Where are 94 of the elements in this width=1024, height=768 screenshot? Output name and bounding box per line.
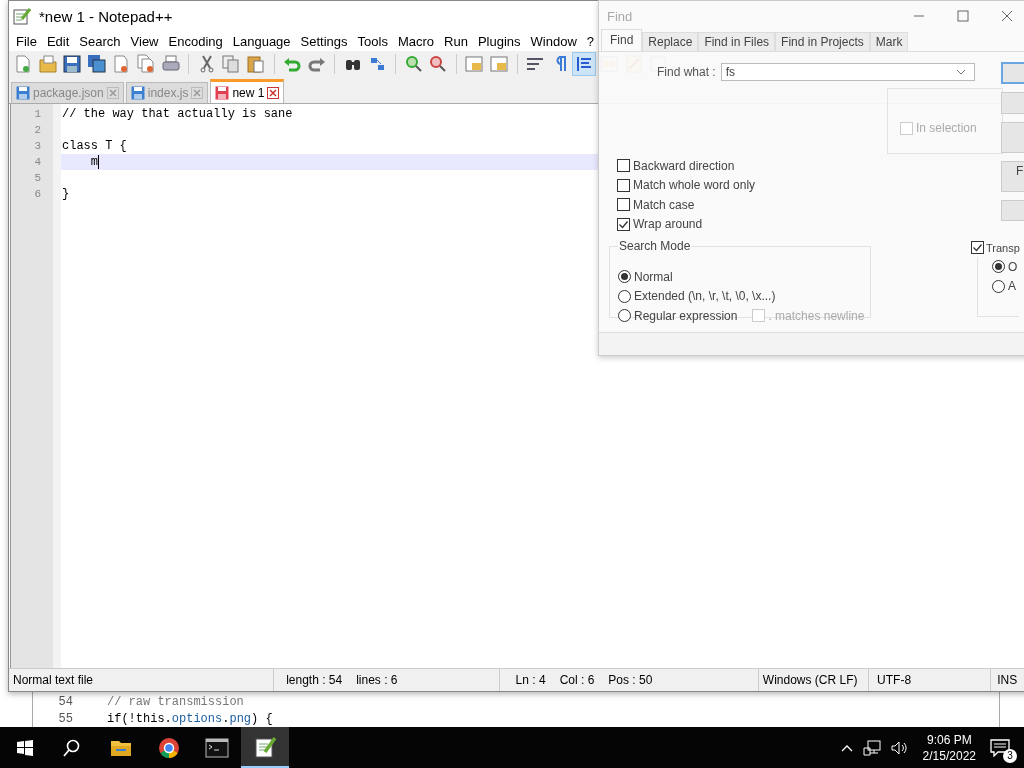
status-text: INS — [997, 673, 1018, 687]
radio-label: Extended (\n, \r, \t, \0, \x...) — [634, 289, 776, 304]
code-line: m — [89, 154, 98, 170]
status-text: Col : 6 — [559, 673, 595, 687]
line-number: 2 — [34, 124, 41, 136]
line-number: 54 — [57, 694, 73, 709]
menu-item[interactable]: Macro — [392, 33, 440, 49]
menu-item[interactable]: Encoding — [163, 33, 228, 49]
radio-label: O — [1008, 259, 1018, 274]
code-line: // raw transmission — [107, 694, 244, 709]
floppy-icon — [215, 85, 230, 100]
radio-label: A — [1008, 279, 1016, 294]
close-icon[interactable] — [1001, 10, 1013, 22]
search-icon[interactable] — [63, 738, 81, 757]
menu-item[interactable]: Language — [227, 33, 296, 49]
code-line: } — [62, 186, 70, 202]
checkbox[interactable] — [971, 241, 984, 254]
radio-label: Normal — [634, 269, 673, 284]
floppy-icon — [16, 86, 30, 100]
search-field[interactable]: fs — [720, 63, 975, 81]
radio-button[interactable] — [992, 279, 1005, 293]
checkbox-label: Backward direction — [633, 158, 735, 173]
status-text: length : 54 — [286, 673, 343, 687]
radio-button[interactable] — [992, 260, 1005, 274]
status-text: lines : 6 — [356, 673, 398, 687]
notepad-icon[interactable] — [253, 734, 277, 759]
browser-icon[interactable] — [157, 735, 181, 760]
status-text: Pos : 50 — [608, 673, 653, 687]
line-number: 3 — [34, 140, 41, 152]
radio-button[interactable] — [618, 309, 631, 323]
dialog-title: Find — [607, 8, 633, 24]
clock-time[interactable]: 9:06 PM — [926, 731, 972, 748]
menu-item[interactable]: Search — [74, 33, 126, 49]
menu-item[interactable]: Window — [525, 33, 582, 49]
dialog-tab[interactable]: Find — [601, 29, 643, 51]
menu-item[interactable]: View — [125, 33, 164, 49]
paste-icon[interactable] — [244, 53, 267, 75]
checkbox-label: Match whole word only — [633, 178, 756, 193]
checkbox-label: Wrap around — [633, 217, 703, 232]
chevron-up-icon[interactable] — [840, 743, 853, 752]
dialog-button[interactable]: F — [1001, 161, 1024, 192]
windows-icon[interactable] — [17, 739, 33, 756]
line-number: 55 — [57, 711, 73, 726]
notepad-icon — [13, 7, 31, 25]
code-line: class T { — [62, 138, 127, 154]
line-number: 4 — [34, 156, 41, 168]
dropdown-icon — [955, 69, 966, 75]
menu-item[interactable]: Run — [439, 33, 473, 49]
code-line: // the way that actually is sane — [62, 106, 293, 122]
checkbox-label: In selection — [916, 121, 977, 135]
menu-item[interactable]: Edit — [41, 33, 75, 49]
volume-icon[interactable] — [890, 739, 909, 756]
radio-button[interactable] — [618, 270, 631, 284]
checkbox[interactable] — [617, 217, 630, 231]
network-icon[interactable] — [862, 739, 881, 756]
close-all-icon[interactable] — [134, 53, 157, 75]
status-text: Ln : 4 — [515, 673, 546, 687]
save-icon[interactable] — [61, 53, 84, 75]
indent-guide-icon[interactable] — [573, 53, 596, 75]
dialog-tab[interactable]: Replace — [642, 32, 699, 51]
line-number: 5 — [34, 172, 41, 184]
menu-item[interactable]: ? — [581, 33, 600, 49]
terminal-icon[interactable] — [205, 735, 229, 760]
clock-date[interactable]: 2/15/2022 — [922, 747, 976, 764]
close-icon[interactable] — [267, 86, 280, 99]
maximize-icon[interactable] — [957, 10, 969, 22]
checkbox-label: . matches newline — [768, 308, 865, 323]
checkbox[interactable] — [617, 159, 630, 173]
line-number: 6 — [34, 188, 41, 200]
code-line: if(!this.options.png) { — [107, 711, 273, 726]
field-label: Find what : — [657, 65, 716, 79]
status-text: Normal text file — [13, 673, 94, 687]
menu-item[interactable]: Settings — [295, 33, 353, 49]
window-title: *new 1 - Notepad++ — [39, 7, 173, 25]
checkbox[interactable] — [617, 198, 630, 212]
floppy-icon — [130, 86, 145, 100]
menu-item[interactable]: Tools — [352, 33, 393, 49]
dialog-tab[interactable]: Find in Projects — [775, 32, 870, 51]
dialog-tab[interactable]: Find in Files — [698, 32, 776, 51]
menu-item[interactable]: Plugins — [472, 33, 526, 49]
status-text: Windows (CR LF) — [762, 673, 858, 687]
file-tab[interactable]: new 1 — [210, 79, 285, 103]
radio-button[interactable] — [618, 289, 631, 303]
status-text: UTF-8 — [877, 673, 912, 687]
save-all-icon[interactable] — [85, 53, 108, 75]
dialog-tab[interactable]: Mark — [869, 32, 909, 51]
checkbox[interactable] — [617, 178, 630, 192]
line-number: 1 — [34, 108, 41, 120]
radio-label: Regular expression — [634, 308, 738, 323]
group-label: Search Mode — [618, 239, 692, 253]
checkbox-label: Transp — [986, 241, 1020, 254]
checkbox-label: Match case — [633, 197, 695, 212]
menu-item[interactable]: File — [11, 33, 42, 49]
notification-badge: 3 — [1003, 748, 1017, 763]
